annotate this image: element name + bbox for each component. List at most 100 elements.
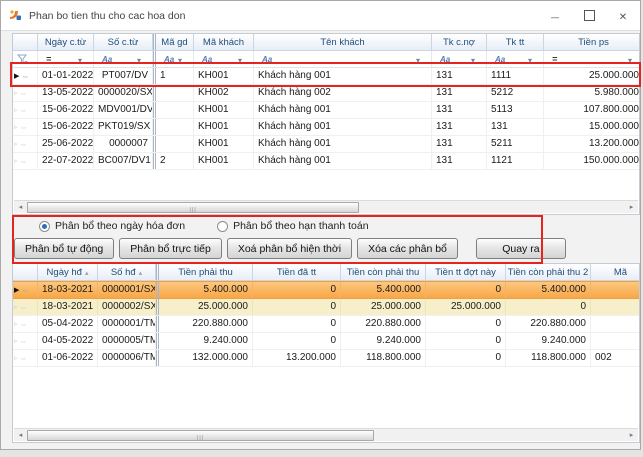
cell-ma-gd[interactable]: 1 [153,68,194,84]
auto-allocate-button[interactable]: Phân bổ tự động [14,238,114,259]
header-tk-tt[interactable]: Tk tt [487,34,544,50]
cell-ten-khach[interactable]: Khách hàng 001 [254,136,432,152]
detail-expand-icon[interactable] [20,351,28,366]
header-ten-khach[interactable]: Tên khách [254,34,432,50]
table-row[interactable]: 22-07-2022 BC007/DV1 2 KH001 Khách hàng … [13,153,639,170]
cell-ma[interactable] [591,282,640,298]
detail-expand-icon[interactable] [21,69,29,84]
cell-so-hd[interactable]: 0000001/SX [98,282,156,298]
cell-ten-khach[interactable]: Khách hàng 002 [254,85,432,101]
cell-ma[interactable] [591,299,640,315]
filter-so-ctu[interactable]: Aa [94,51,153,67]
cell-tien-tt-dot-nay[interactable]: 0 [426,350,506,366]
cell-so-ctu[interactable]: MDV001/DV [94,102,153,118]
minimize-button[interactable] [538,1,572,30]
detail-expand-icon[interactable] [20,137,28,152]
cell-tien-da-tt[interactable]: 0 [253,316,341,332]
cell-ngay-ctu[interactable]: 15-06-2022 [38,102,94,118]
filter-ngay-ctu[interactable]: = [38,51,94,67]
cell-tien-con-phai-thu[interactable]: 9.240.000 [341,333,426,349]
cell-ma-khach[interactable]: KH002 [194,85,254,101]
scroll-left-icon[interactable] [14,201,27,213]
cell-tien-da-tt[interactable]: 0 [253,299,341,315]
cell-ngay-ctu[interactable]: 25-06-2022 [38,136,94,152]
cell-tk-cno[interactable]: 131 [432,102,487,118]
cell-ten-khach[interactable]: Khách hàng 001 [254,68,432,84]
cell-ma-khach[interactable]: KH001 [194,136,254,152]
cell-tien-con-phai-thu-2[interactable]: 9.240.000 [506,333,591,349]
cell-tien-phai-thu[interactable]: 220.880.000 [156,316,253,332]
cell-tk-cno[interactable]: 131 [432,85,487,101]
table-row[interactable]: 05-04-2022 0000001/TM1 220.880.000 0 220… [13,316,639,333]
back-button[interactable]: Quay ra [476,238,566,259]
cell-tien-con-phai-thu[interactable]: 25.000.000 [341,299,426,315]
cell-tk-tt[interactable]: 5211 [487,136,544,152]
cell-ngay-hd[interactable]: 01-06-2022 [38,350,98,366]
cell-tk-tt[interactable]: 1121 [487,153,544,169]
cell-tien-tt-dot-nay[interactable]: 0 [426,282,506,298]
scroll-left-icon[interactable] [14,429,27,441]
cell-tien-con-phai-thu-2[interactable]: 220.880.000 [506,316,591,332]
cell-ma[interactable] [591,333,640,349]
detail-expand-icon[interactable] [20,334,28,349]
filter-tien-ps[interactable]: = [544,51,640,67]
cell-so-ctu[interactable]: 0000020/SX [94,85,153,101]
cell-tien-con-phai-thu[interactable]: 220.880.000 [341,316,426,332]
top-grid-hscrollbar[interactable] [14,200,638,213]
cell-ma-gd[interactable] [153,136,194,152]
cell-ma-khach[interactable]: KH001 [194,68,254,84]
radio-by-due-date[interactable] [217,221,228,232]
detail-expand-icon[interactable] [20,103,28,118]
detail-expand-icon[interactable] [21,283,29,298]
header-tien-con-phai-thu[interactable]: Tiền còn phải thu [341,264,426,280]
header-ma[interactable]: Mã [591,264,640,280]
cell-so-hd[interactable]: 0000001/TM1 [98,316,156,332]
cell-ten-khach[interactable]: Khách hàng 001 [254,102,432,118]
cell-ma[interactable]: 002 [591,350,640,366]
cell-so-hd[interactable]: 0000002/SX [98,299,156,315]
cell-tien-tt-dot-nay[interactable]: 25.000.000 [426,299,506,315]
header-tk-cno[interactable]: Tk c.nợ [432,34,487,50]
filter-tk-cno[interactable]: Aa [432,51,487,67]
cell-tk-cno[interactable]: 131 [432,119,487,135]
cell-ma-gd[interactable] [153,102,194,118]
cell-tien-con-phai-thu-2[interactable]: 5.400.000 [506,282,591,298]
header-ma-gd[interactable]: Mã gd [153,34,194,50]
header-ngay-ctu[interactable]: Ngày c.từ [38,34,94,50]
cell-ngay-hd[interactable]: 18-03-2021 [38,299,98,315]
cell-tien-ps[interactable]: 150.000.000 [544,153,640,169]
cell-ten-khach[interactable]: Khách hàng 001 [254,153,432,169]
cell-tk-tt[interactable]: 1111 [487,68,544,84]
filter-ma-gd[interactable]: Aa [153,51,194,67]
cell-tk-cno[interactable]: 131 [432,153,487,169]
table-row[interactable]: 13-05-2022 0000020/SX KH002 Khách hàng 0… [13,85,639,102]
cell-ngay-ctu[interactable]: 13-05-2022 [38,85,94,101]
cell-tk-cno[interactable]: 131 [432,68,487,84]
cell-ma-khach[interactable]: KH001 [194,102,254,118]
cell-tk-tt[interactable]: 5212 [487,85,544,101]
header-ma-khach[interactable]: Mã khách [194,34,254,50]
cell-ngay-ctu[interactable]: 01-01-2022 [38,68,94,84]
cell-ngay-hd[interactable]: 18-03-2021 [38,282,98,298]
table-row[interactable]: 04-05-2022 0000005/TM1 9.240.000 0 9.240… [13,333,639,350]
cell-so-ctu[interactable]: PT007/DV [94,68,153,84]
radio-by-invoice-date-label[interactable]: Phân bổ theo ngày hóa đơn [55,220,185,232]
cell-so-hd[interactable]: 0000006/TM [98,350,156,366]
cell-ngay-ctu[interactable]: 22-07-2022 [38,153,94,169]
cell-tien-phai-thu[interactable]: 132.000.000 [156,350,253,366]
table-row-selected[interactable]: 18-03-2021 0000001/SX 5.400.000 0 5.400.… [13,281,639,299]
cell-tien-con-phai-thu[interactable]: 118.800.000 [341,350,426,366]
cell-tk-tt[interactable]: 131 [487,119,544,135]
cell-tien-phai-thu[interactable]: 25.000.000 [156,299,253,315]
close-button[interactable] [606,1,640,30]
detail-expand-icon[interactable] [20,154,28,169]
detail-expand-icon[interactable] [20,300,28,315]
scroll-right-icon[interactable] [625,429,638,441]
header-tien-ps[interactable]: Tiền ps [544,34,640,50]
radio-by-invoice-date[interactable] [39,221,50,232]
table-row[interactable]: 15-06-2022 MDV001/DV KH001 Khách hàng 00… [13,102,639,119]
filter-tk-tt[interactable]: Aa [487,51,544,67]
cell-ma[interactable] [591,316,640,332]
cell-ma-khach[interactable]: KH001 [194,119,254,135]
cell-ma-gd[interactable]: 2 [153,153,194,169]
